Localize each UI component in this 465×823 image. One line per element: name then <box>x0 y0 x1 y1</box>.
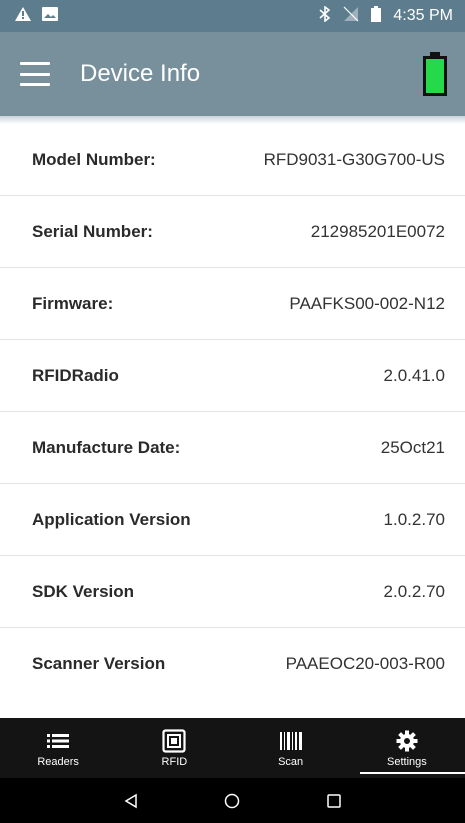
info-value: 2.0.41.0 <box>383 365 445 385</box>
info-value: 25Oct21 <box>380 437 445 457</box>
home-button[interactable] <box>212 781 252 821</box>
warning-icon <box>14 6 32 27</box>
nav-label: Readers <box>37 755 79 768</box>
nav-settings[interactable]: Settings <box>349 718 465 778</box>
no-signal-icon <box>343 6 359 27</box>
nav-label: Scan <box>278 755 304 768</box>
status-left <box>14 6 58 27</box>
info-label: Scanner Version <box>32 654 166 673</box>
status-time: 4:35 PM <box>393 7 453 24</box>
info-value: 1.0.2.70 <box>383 509 445 529</box>
info-row-sdk-version: SDK Version 2.0.2.70 <box>0 556 465 628</box>
info-value: RFD9031-G30G700-US <box>263 149 445 169</box>
list-icon <box>47 729 70 753</box>
nav-readers[interactable]: Readers <box>0 718 116 778</box>
info-label: RFIDRadio <box>32 365 119 385</box>
info-label: Application Version <box>32 509 191 529</box>
info-value: 2.0.2.70 <box>383 581 445 601</box>
info-row-serial-number: Serial Number: 212985201E0072 <box>0 196 465 268</box>
app-bar: Device Info <box>0 32 465 116</box>
rfid-icon <box>162 728 186 753</box>
info-label: Firmware: <box>32 293 114 313</box>
device-info-list: Model Number: RFD9031-G30G700-US Serial … <box>0 124 465 700</box>
info-label: Manufacture Date: <box>32 437 181 457</box>
recents-button[interactable] <box>314 781 354 821</box>
info-row-manufacture-date: Manufacture Date: 25Oct21 <box>0 412 465 484</box>
nav-label: RFID <box>161 755 188 768</box>
image-icon <box>42 6 58 26</box>
system-nav-bar <box>0 778 465 823</box>
page-title: Device Info <box>80 60 201 87</box>
info-row-scanner-version: Scanner Version PAAEOC20-003-R00 <box>0 628 465 700</box>
status-bar: 4:35 PM <box>0 0 465 32</box>
info-label: Serial Number: <box>32 221 153 241</box>
barcode-icon <box>279 729 303 753</box>
info-value: 212985201E0072 <box>310 221 445 241</box>
nav-rfid[interactable]: RFID <box>116 718 232 778</box>
info-label: SDK Version <box>32 581 135 601</box>
battery-icon <box>371 5 382 27</box>
nav-scan[interactable]: Scan <box>233 718 349 778</box>
reader-battery-icon <box>423 52 447 96</box>
info-value: PAAFKS00-002-N12 <box>289 293 445 313</box>
info-value: PAAEOC20-003-R00 <box>285 654 445 673</box>
info-row-rfid-radio: RFIDRadio 2.0.41.0 <box>0 340 465 412</box>
app-bar-shadow <box>0 116 465 124</box>
bottom-nav: Readers RFID Scan Settings <box>0 718 465 778</box>
info-row-application-version: Application Version 1.0.2.70 <box>0 484 465 556</box>
back-button[interactable] <box>111 781 151 821</box>
info-label: Model Number: <box>32 149 156 169</box>
status-right: 4:35 PM <box>319 4 453 27</box>
nav-label: Settings <box>387 755 427 768</box>
menu-icon[interactable] <box>20 62 50 86</box>
bluetooth-icon <box>319 4 331 27</box>
gear-icon <box>396 729 418 753</box>
info-row-firmware: Firmware: PAAFKS00-002-N12 <box>0 268 465 340</box>
info-row-model-number: Model Number: RFD9031-G30G700-US <box>0 124 465 196</box>
